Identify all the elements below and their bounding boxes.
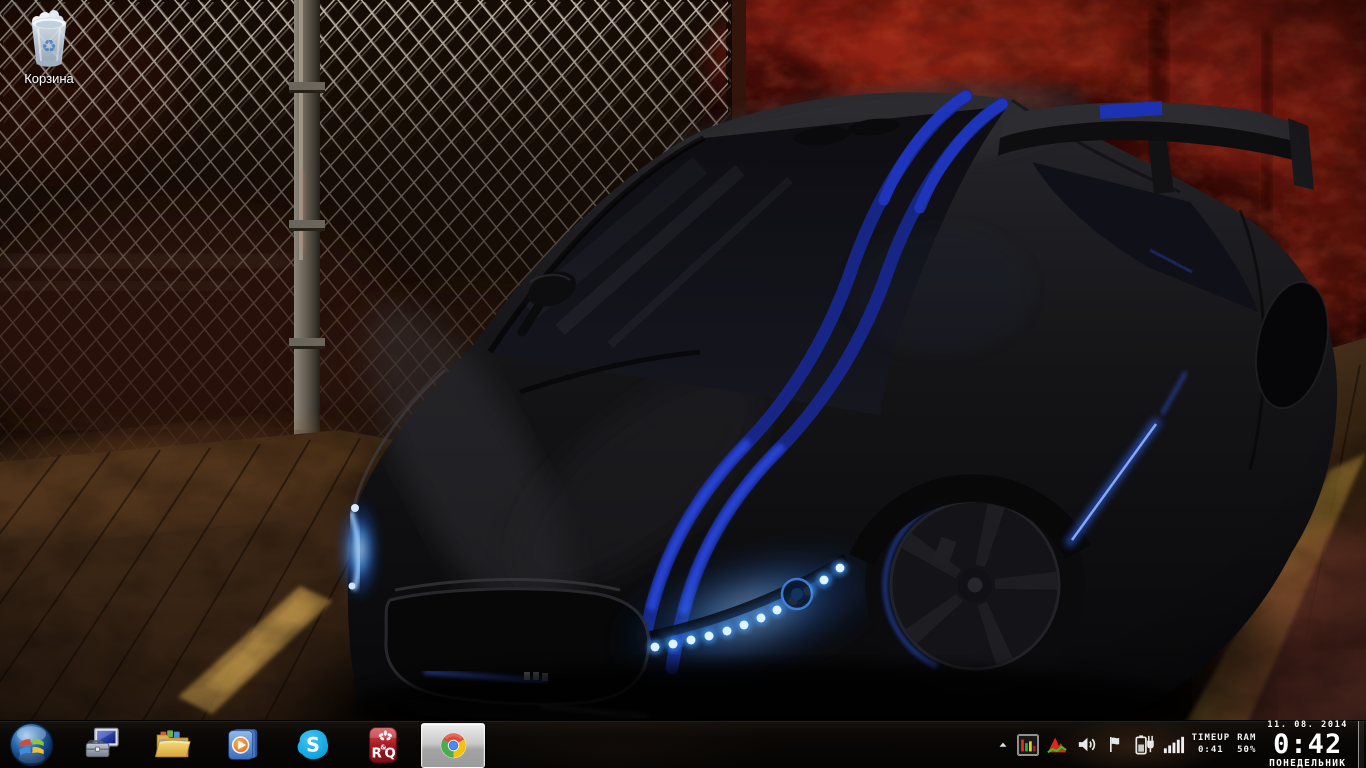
- skype-icon: S: [293, 725, 333, 765]
- wallpaper: [0, 0, 1366, 768]
- rnq-messenger-icon: R & Q: [364, 725, 402, 765]
- flag-icon: [1105, 734, 1125, 755]
- timeup-readout: TIMEUP 0:41: [1192, 733, 1231, 756]
- timeup-label: TIMEUP: [1192, 733, 1231, 743]
- signal-bars-icon: [1162, 733, 1185, 756]
- tray-clock[interactable]: 11. 08. 2014 0:42 ПОНЕДЕЛЬНИК: [1267, 721, 1348, 768]
- taskbar-button-media-player[interactable]: [212, 723, 274, 766]
- system-toolbox-icon: [83, 725, 123, 765]
- skype-glyph: S: [306, 733, 320, 756]
- taskbar-button-rnq[interactable]: R & Q: [352, 723, 414, 766]
- taskbar-button-windows-explorer[interactable]: [142, 723, 204, 766]
- taskbar-button-skype[interactable]: S: [282, 723, 344, 766]
- windows-orb-icon: [9, 722, 54, 767]
- show-hidden-icons-button[interactable]: [996, 738, 1010, 752]
- network-graph-icon: [1046, 734, 1068, 756]
- media-player-icon: [224, 726, 262, 764]
- tray-performance-meter[interactable]: [1017, 734, 1039, 756]
- tray-action-center[interactable]: [1105, 734, 1125, 755]
- recycle-bin-full-icon: ♻: [21, 6, 77, 70]
- chrome-icon: [435, 727, 472, 764]
- tray-volume[interactable]: [1075, 733, 1098, 756]
- performance-meter-icon: [1017, 734, 1039, 756]
- ram-label: RAM: [1237, 733, 1256, 743]
- rnq-letter-q: Q: [384, 746, 395, 761]
- start-button[interactable]: [9, 722, 54, 767]
- taskbar: S R & Q: [0, 720, 1366, 768]
- desktop-screen: ♻ Корзина: [0, 0, 1366, 768]
- system-tray: TIMEUP 0:41 RAM 50% 11. 08. 2014 0:42 ПО…: [996, 721, 1364, 768]
- tray-network-signal[interactable]: [1162, 733, 1185, 756]
- show-desktop-button[interactable]: [1358, 721, 1364, 768]
- recycle-bin-label: Корзина: [6, 71, 92, 86]
- battery-plug-icon: [1132, 733, 1155, 756]
- clock-weekday: ПОНЕДЕЛЬНИК: [1267, 759, 1348, 768]
- ram-value: 50%: [1237, 745, 1256, 755]
- tray-power[interactable]: [1132, 733, 1155, 756]
- explorer-folder-icon: [153, 725, 193, 765]
- tray-network-graph[interactable]: [1046, 734, 1068, 756]
- speaker-icon: [1075, 733, 1098, 756]
- timeup-value: 0:41: [1198, 745, 1224, 755]
- clock-time: 0:42: [1267, 731, 1348, 758]
- desktop-icon-recycle-bin[interactable]: ♻ Корзина: [6, 6, 92, 86]
- ram-readout: RAM 50%: [1237, 733, 1256, 756]
- recycle-symbol: ♻: [41, 37, 56, 57]
- taskbar-button-system-tools[interactable]: [72, 723, 134, 766]
- taskbar-button-chrome[interactable]: [421, 723, 485, 768]
- chevron-up-icon: [996, 738, 1010, 752]
